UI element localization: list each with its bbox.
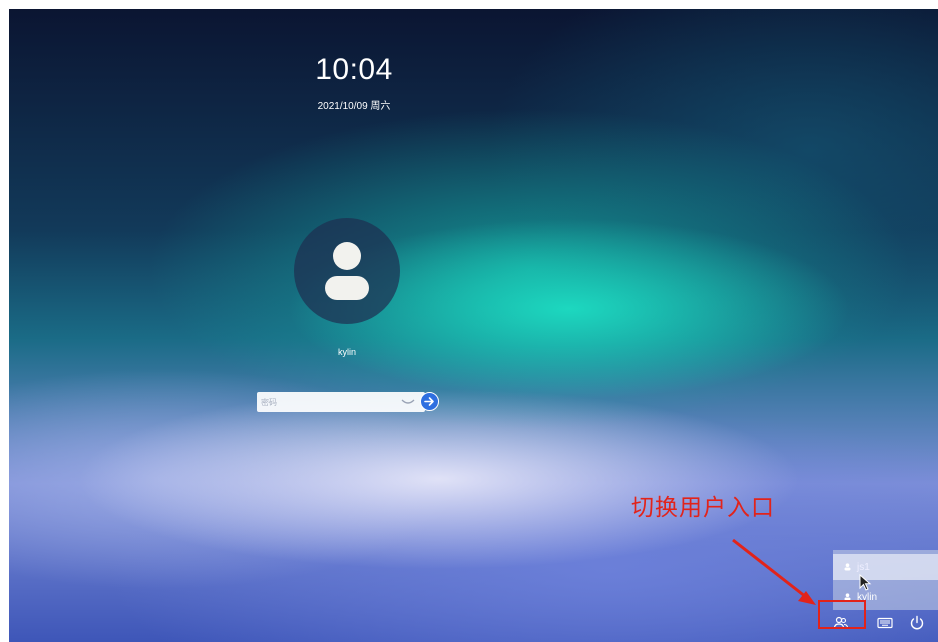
clock-time: 10:04 — [315, 53, 393, 86]
mouse-cursor-icon — [859, 574, 872, 591]
user-menu-item[interactable]: js1 — [833, 554, 938, 580]
eye-closed-icon[interactable] — [401, 396, 415, 408]
arrow-right-icon — [424, 397, 434, 406]
user-avatar-icon — [325, 242, 369, 300]
annotation-label: 切换用户入口 — [631, 495, 775, 521]
user-icon — [844, 563, 851, 571]
power-icon — [910, 615, 924, 630]
login-submit-button[interactable] — [420, 392, 439, 411]
virtual-keyboard-button[interactable] — [874, 612, 896, 634]
password-field[interactable]: 密码 — [257, 392, 425, 412]
password-placeholder: 密码 — [261, 398, 277, 407]
username-label: kylin — [337, 347, 356, 357]
user-menu-label: js1 — [857, 561, 870, 573]
avatar — [294, 218, 400, 324]
annotation-highlight-box — [818, 600, 866, 629]
power-button[interactable] — [906, 612, 928, 634]
lockscreen: 10:04 2021/10/09 周六 kylin 密码 js1 kylin — [9, 9, 938, 642]
keyboard-icon — [877, 617, 893, 629]
clock-date: 2021/10/09 周六 — [317, 101, 391, 112]
